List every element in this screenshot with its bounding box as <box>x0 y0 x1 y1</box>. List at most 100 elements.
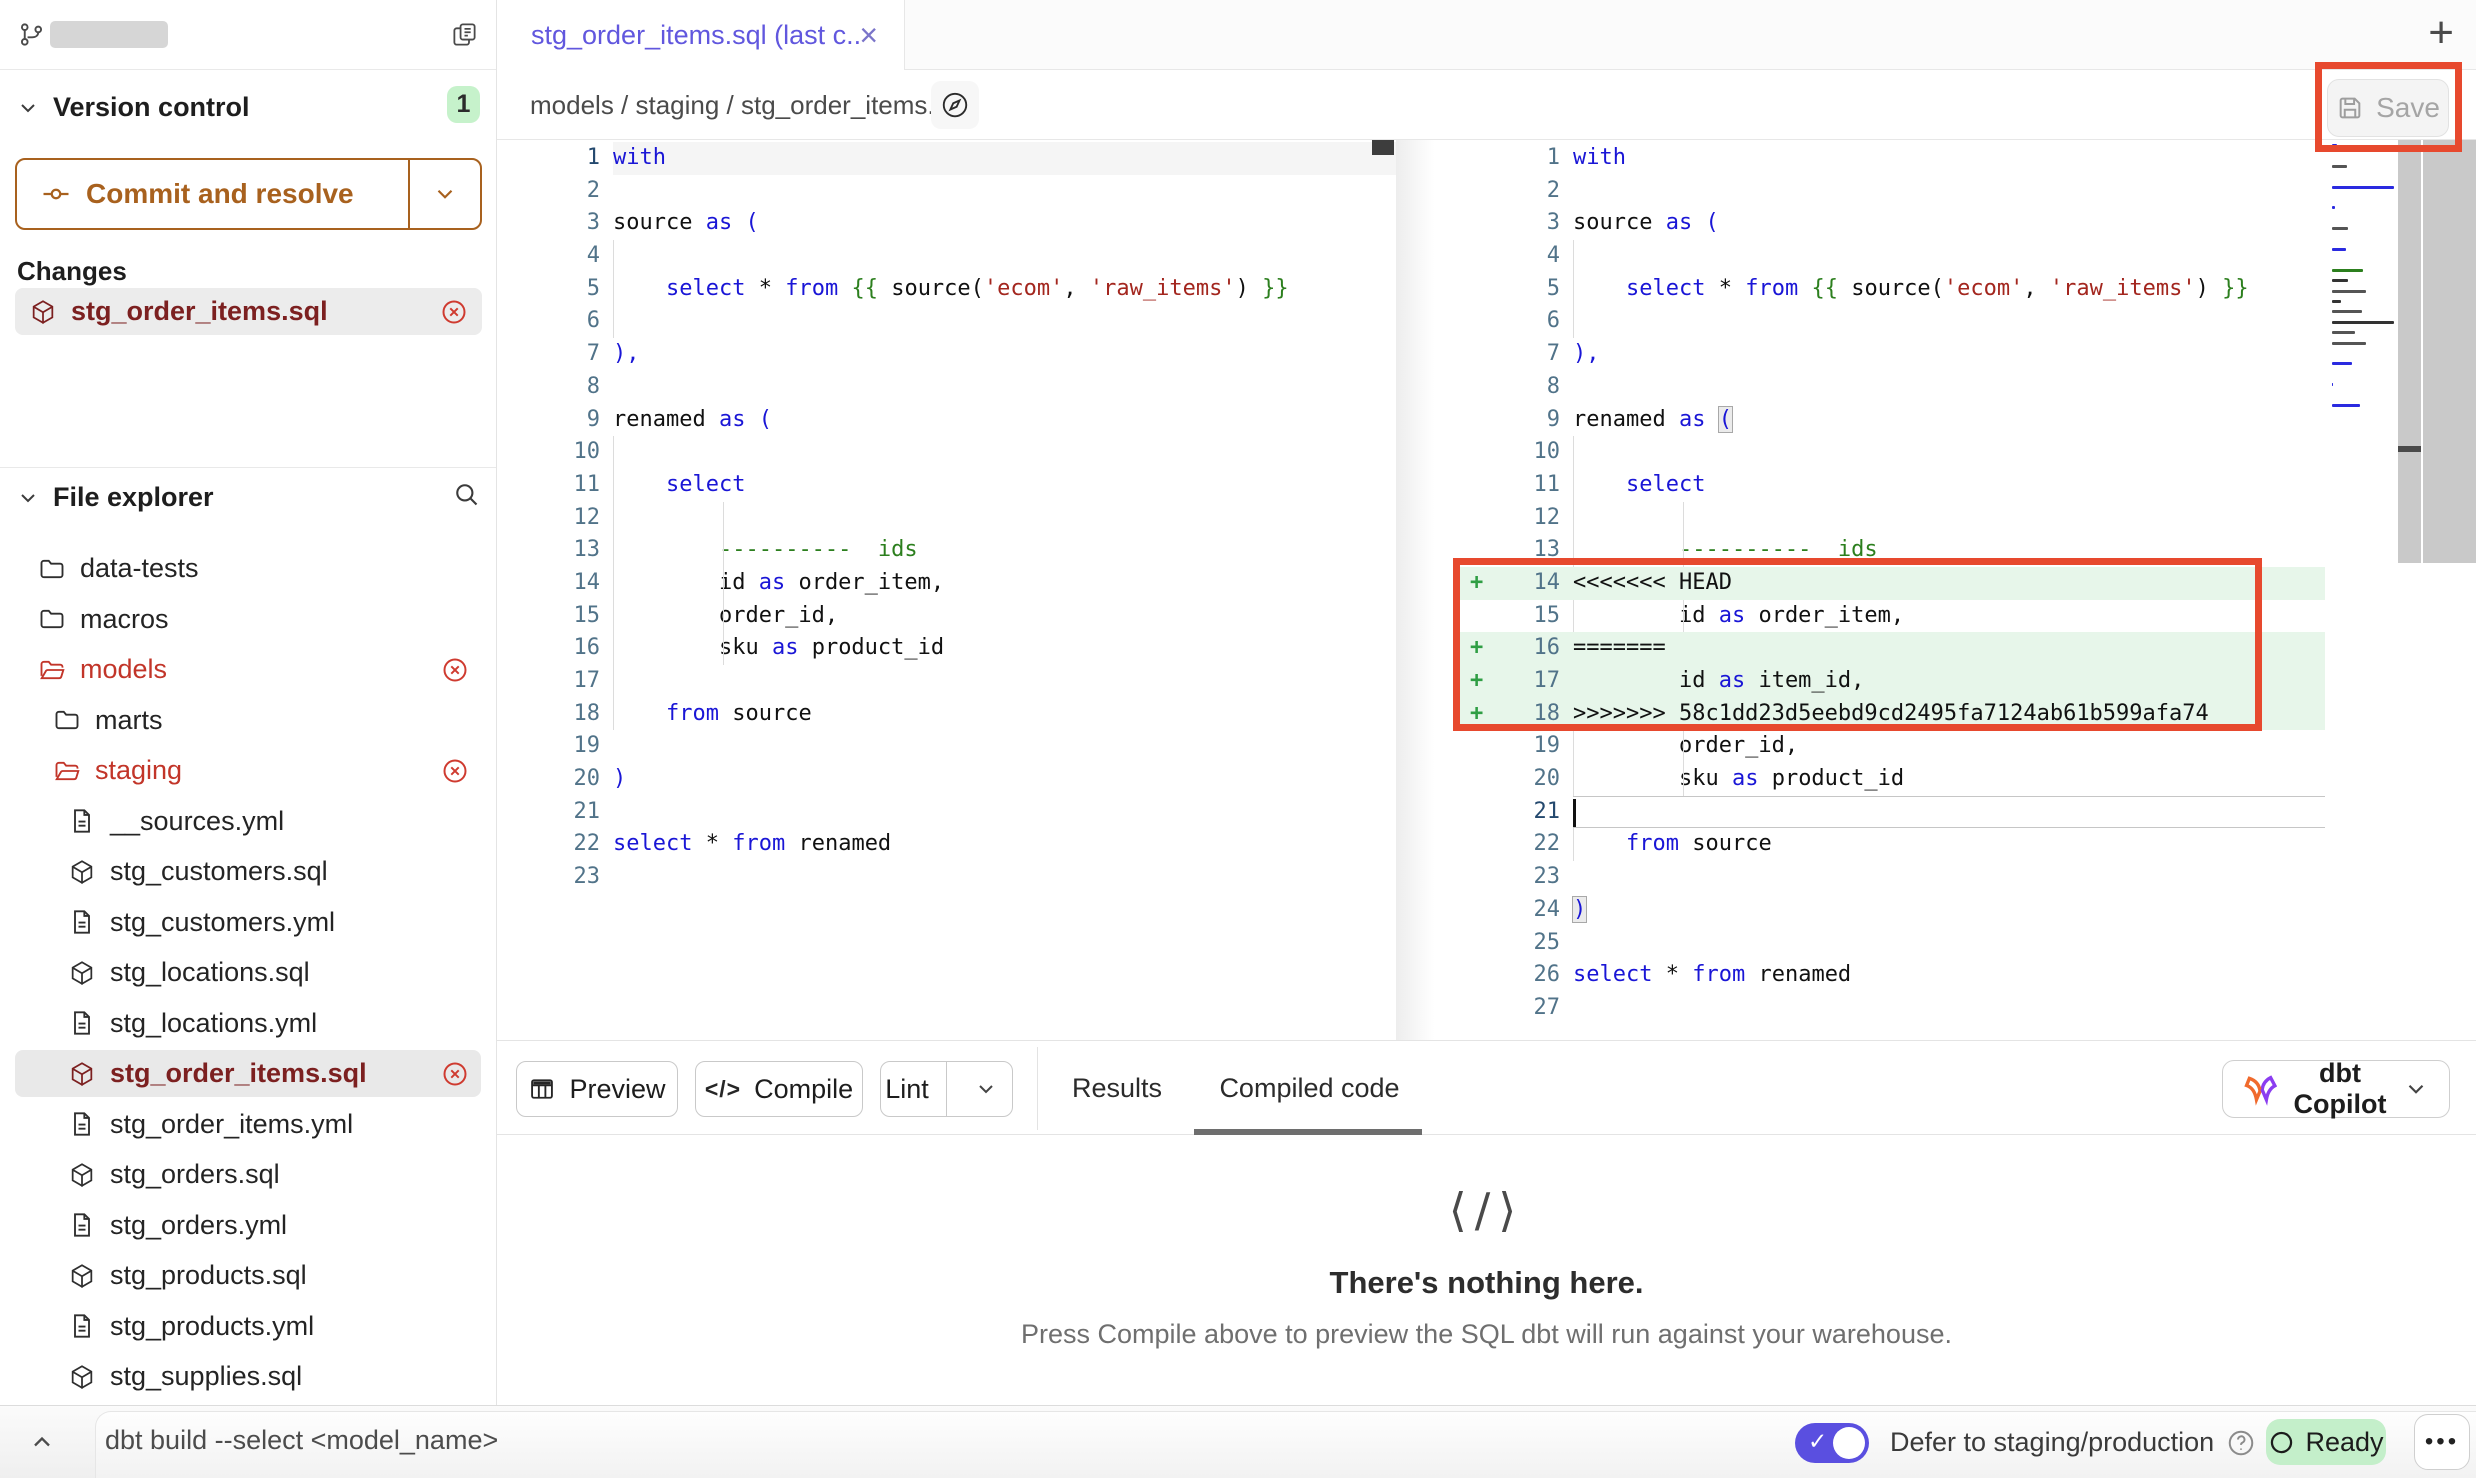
new-tab-icon[interactable]: + <box>2428 8 2454 58</box>
dbt-copilot-button[interactable]: dbt Copilot <box>2222 1060 2450 1118</box>
git-branch-icon[interactable] <box>18 21 45 48</box>
file-explorer-header[interactable]: File explorer <box>16 482 480 513</box>
close-icon[interactable]: × <box>859 19 878 51</box>
code-line-16[interactable]: +16======= <box>1460 632 2325 665</box>
code-line-23[interactable]: 23 <box>497 861 1396 894</box>
code-line-15[interactable]: +15 id as order_item, <box>1460 600 2325 633</box>
discard-change-icon[interactable] <box>440 298 468 326</box>
more-options-button[interactable]: ••• <box>2414 1414 2470 1470</box>
code-line-6[interactable]: +6 <box>1460 305 2325 338</box>
lint-options-chevron[interactable] <box>960 1077 1012 1101</box>
tab-results[interactable]: Results <box>1057 1041 1177 1135</box>
copy-icon[interactable] <box>451 21 478 48</box>
tab-stg-order-items[interactable]: stg_order_items.sql (last c... × <box>497 0 905 70</box>
code-line-17[interactable]: +17 id as item_id, <box>1460 665 2325 698</box>
file-row-stg_order_items.yml[interactable]: stg_order_items.yml <box>15 1101 481 1148</box>
commit-options-chevron[interactable] <box>410 181 480 207</box>
code-line-2[interactable]: 2 <box>497 175 1396 208</box>
remove-icon[interactable] <box>441 757 469 785</box>
left-pane-scrollbar[interactable] <box>1372 140 1394 155</box>
file-row-marts[interactable]: marts <box>15 697 481 744</box>
code-line-19[interactable]: 19 <box>497 730 1396 763</box>
editor-scrollbar[interactable] <box>2423 140 2476 563</box>
code-line-14[interactable]: 14 id as order_item, <box>497 567 1396 600</box>
collapse-icon[interactable] <box>28 1428 56 1456</box>
preview-button[interactable]: Preview <box>516 1061 678 1117</box>
code-line-10[interactable]: 10 <box>497 436 1396 469</box>
code-line-21[interactable]: +21 <box>1460 796 2325 829</box>
code-line-11[interactable]: 11 select <box>497 469 1396 502</box>
version-control-header[interactable]: Version control <box>16 92 250 123</box>
code-line-11[interactable]: +11 select <box>1460 469 2325 502</box>
file-row-stg_customers.sql[interactable]: stg_customers.sql <box>15 848 481 895</box>
file-row-stg_locations.yml[interactable]: stg_locations.yml <box>15 1000 481 1047</box>
editor-pane-conflict[interactable]: +1with+2+3source as (+4+5 select * from … <box>1460 142 2325 1025</box>
remove-icon[interactable] <box>441 656 469 684</box>
code-line-7[interactable]: 7), <box>497 338 1396 371</box>
help-icon[interactable] <box>2226 1428 2256 1458</box>
code-line-17[interactable]: 17 <box>497 665 1396 698</box>
file-row-stg_orders.yml[interactable]: stg_orders.yml <box>15 1202 481 1249</box>
code-line-6[interactable]: 6 <box>497 305 1396 338</box>
code-line-4[interactable]: +4 <box>1460 240 2325 273</box>
file-row-data-tests[interactable]: data-tests <box>15 545 481 592</box>
code-line-14[interactable]: +14<<<<<<< HEAD <box>1460 567 2325 600</box>
code-editor[interactable]: 1with23source as (45 select * from {{ so… <box>497 140 2476 1040</box>
code-line-8[interactable]: 8 <box>497 371 1396 404</box>
file-row-stg_locations.sql[interactable]: stg_locations.sql <box>15 949 481 996</box>
code-line-26[interactable]: +26select * from renamed <box>1460 959 2325 992</box>
code-line-1[interactable]: 1with <box>497 142 1396 175</box>
file-row-models[interactable]: models <box>15 646 481 693</box>
code-line-22[interactable]: 22select * from renamed <box>497 828 1396 861</box>
lint-button[interactable]: Lint <box>880 1061 1013 1117</box>
code-line-4[interactable]: 4 <box>497 240 1396 273</box>
editor-pane-original[interactable]: 1with23source as (45 select * from {{ so… <box>497 142 1396 894</box>
code-line-24[interactable]: +24) <box>1460 894 2325 927</box>
code-line-19[interactable]: +19 order_id, <box>1460 730 2325 763</box>
code-line-13[interactable]: +13 ---------- ids <box>1460 534 2325 567</box>
code-line-10[interactable]: +10 <box>1460 436 2325 469</box>
code-line-7[interactable]: +7), <box>1460 338 2325 371</box>
search-icon[interactable] <box>452 480 480 508</box>
code-line-20[interactable]: +20 sku as product_id <box>1460 763 2325 796</box>
code-line-27[interactable]: +27 <box>1460 992 2325 1025</box>
code-line-18[interactable]: 18 from source <box>497 698 1396 731</box>
code-line-25[interactable]: +25 <box>1460 927 2325 960</box>
command-input[interactable]: dbt build --select <model_name> <box>105 1406 498 1474</box>
file-row-stg_products.yml[interactable]: stg_products.yml <box>15 1303 481 1350</box>
code-line-15[interactable]: 15 order_id, <box>497 600 1396 633</box>
code-line-21[interactable]: 21 <box>497 796 1396 829</box>
changed-file-row[interactable]: stg_order_items.sql <box>15 288 482 335</box>
code-line-8[interactable]: +8 <box>1460 371 2325 404</box>
code-line-5[interactable]: 5 select * from {{ source('ecom', 'raw_i… <box>497 273 1396 306</box>
compass-icon[interactable] <box>931 81 979 129</box>
code-line-5[interactable]: +5 select * from {{ source('ecom', 'raw_… <box>1460 273 2325 306</box>
minimap[interactable] <box>2330 144 2396 444</box>
file-row-stg_customers.yml[interactable]: stg_customers.yml <box>15 899 481 946</box>
commit-and-resolve-button[interactable]: Commit and resolve <box>15 158 482 230</box>
code-line-23[interactable]: +23 <box>1460 861 2325 894</box>
file-row-__sources.yml[interactable]: __sources.yml <box>15 798 481 845</box>
code-line-1[interactable]: +1with <box>1460 142 2325 175</box>
code-line-18[interactable]: +18>>>>>>> 58c1dd23d5eebd9cd2495fa7124ab… <box>1460 698 2325 731</box>
code-line-12[interactable]: +12 <box>1460 502 2325 535</box>
tab-compiled-code[interactable]: Compiled code <box>1197 1041 1422 1135</box>
compile-button[interactable]: </> Compile <box>695 1061 863 1117</box>
file-row-stg_supplies.sql[interactable]: stg_supplies.sql <box>15 1353 481 1400</box>
code-line-3[interactable]: 3source as ( <box>497 207 1396 240</box>
minimap-scrollbar[interactable] <box>2398 140 2421 563</box>
code-line-9[interactable]: 9renamed as ( <box>497 404 1396 437</box>
defer-toggle[interactable]: ✓ <box>1795 1423 1869 1463</box>
scrollbar-thumb[interactable] <box>2398 446 2421 452</box>
code-line-2[interactable]: +2 <box>1460 175 2325 208</box>
file-row-stg_orders.sql[interactable]: stg_orders.sql <box>15 1151 481 1198</box>
code-line-22[interactable]: +22 from source <box>1460 828 2325 861</box>
code-line-12[interactable]: 12 <box>497 502 1396 535</box>
code-line-20[interactable]: 20) <box>497 763 1396 796</box>
code-line-16[interactable]: 16 sku as product_id <box>497 632 1396 665</box>
save-button[interactable]: Save <box>2327 79 2449 137</box>
file-row-macros[interactable]: macros <box>15 596 481 643</box>
code-line-9[interactable]: +9renamed as ( <box>1460 404 2325 437</box>
file-row-staging[interactable]: staging <box>15 747 481 794</box>
remove-icon[interactable] <box>441 1060 469 1088</box>
